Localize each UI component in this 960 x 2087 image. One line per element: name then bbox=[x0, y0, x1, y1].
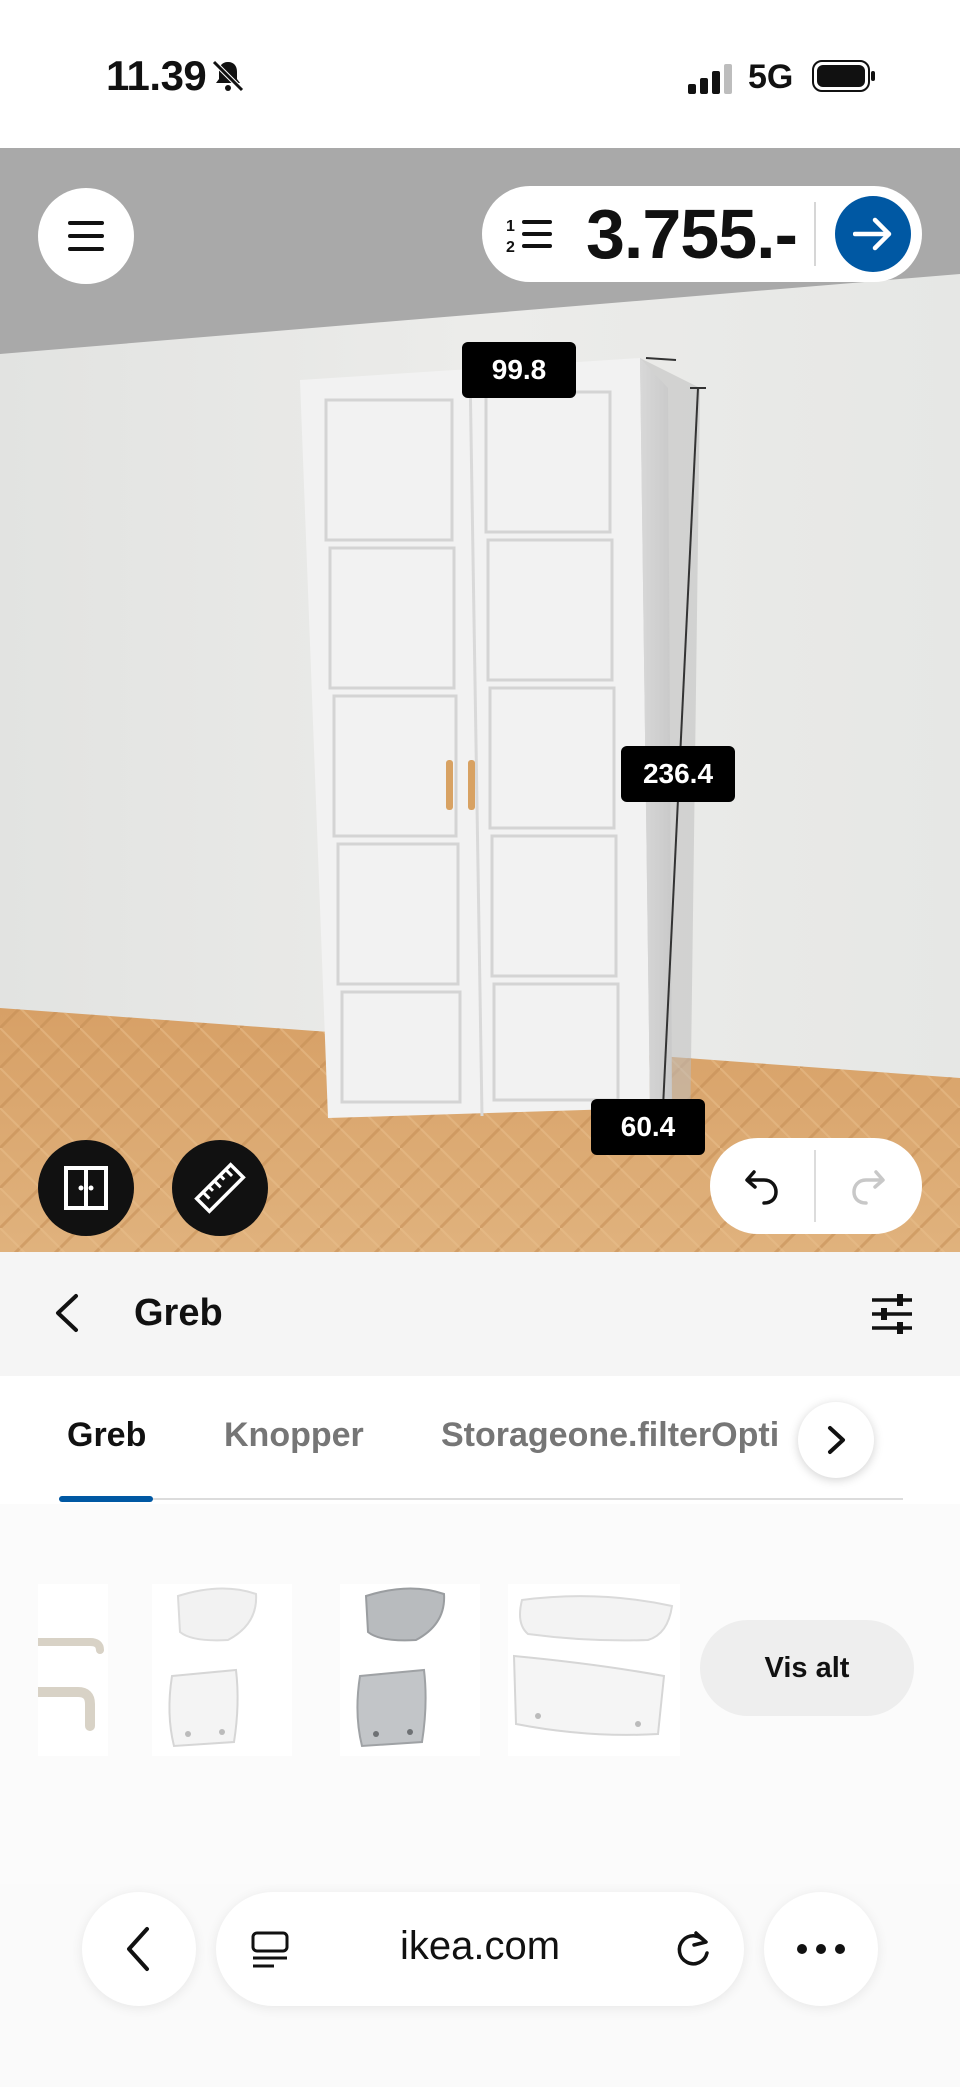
status-time: 11.39 bbox=[106, 52, 207, 99]
reload-icon[interactable] bbox=[672, 1928, 714, 1970]
depth-dimension-label: 60.4 bbox=[591, 1099, 705, 1155]
hamburger-icon bbox=[68, 221, 104, 251]
bar-handle-icon bbox=[33, 1638, 104, 1731]
white-cup-handle-icon bbox=[168, 1587, 258, 1748]
tab-greb[interactable]: Greb bbox=[67, 1416, 146, 1455]
chevron-left-icon bbox=[127, 1927, 149, 1971]
ellipsis-icon bbox=[797, 1944, 845, 1954]
filter-sliders-icon[interactable] bbox=[870, 1294, 914, 1334]
undo-redo-controls bbox=[710, 1138, 922, 1234]
wardrobe-3d-view[interactable]: 1 2 3.755.- 99.8 236.4 60.4 bbox=[0, 148, 960, 1252]
svg-text:1: 1 bbox=[506, 218, 515, 235]
category-header: Greb bbox=[0, 1252, 960, 1376]
menu-button[interactable] bbox=[38, 188, 134, 284]
white-long-handle-icon bbox=[512, 1595, 674, 1736]
chevron-right-icon bbox=[828, 1426, 845, 1454]
see-all-button[interactable]: Vis alt bbox=[700, 1620, 914, 1716]
category-tabs: Greb Knopper Storageone.filterOpti bbox=[0, 1376, 960, 1504]
total-price: 3.755.- bbox=[586, 195, 798, 273]
browser-back-button[interactable] bbox=[82, 1892, 196, 2006]
product-card[interactable] bbox=[152, 1584, 292, 1756]
product-card[interactable] bbox=[340, 1584, 480, 1756]
toggle-measurements-button[interactable] bbox=[172, 1140, 268, 1236]
category-title: Greb bbox=[134, 1292, 223, 1334]
price-summary[interactable]: 1 2 3.755.- bbox=[482, 186, 922, 282]
svg-text:2: 2 bbox=[506, 239, 515, 254]
tabs-scroll-right-button[interactable] bbox=[798, 1402, 874, 1478]
steel-cup-handle-icon bbox=[356, 1587, 446, 1748]
toggle-doors-button[interactable] bbox=[38, 1140, 134, 1236]
tab-baseline bbox=[59, 1498, 903, 1500]
bell-muted-icon bbox=[212, 60, 244, 92]
product-carousel: Vis alt bbox=[0, 1504, 960, 1884]
tab-knopper[interactable]: Knopper bbox=[224, 1416, 364, 1455]
url-text: ikea.com bbox=[399, 1924, 561, 1968]
browser-toolbar: ikea.com bbox=[0, 1884, 960, 2087]
height-dimension-label: 236.4 bbox=[621, 746, 735, 802]
product-card[interactable] bbox=[33, 1584, 108, 1756]
numbered-list-icon: 1 2 bbox=[506, 218, 552, 254]
ruler-icon bbox=[194, 1162, 246, 1214]
back-button[interactable] bbox=[44, 1288, 94, 1338]
checkout-button[interactable] bbox=[835, 196, 911, 272]
width-dimension-label: 99.8 bbox=[462, 342, 576, 398]
signal-icon bbox=[688, 64, 732, 94]
wardrobe-doors-icon bbox=[64, 1166, 108, 1210]
more-options-button[interactable] bbox=[764, 1892, 878, 2006]
status-bar: 11.39 5G bbox=[0, 0, 960, 148]
undo-divider bbox=[814, 1150, 816, 1222]
product-card[interactable] bbox=[508, 1584, 680, 1756]
room-render bbox=[0, 148, 960, 1252]
undo-button[interactable] bbox=[734, 1160, 790, 1212]
active-tab-indicator bbox=[59, 1496, 153, 1502]
network-type: 5G bbox=[748, 58, 794, 96]
redo-icon bbox=[852, 1170, 885, 1205]
address-bar[interactable]: ikea.com bbox=[216, 1892, 744, 2006]
undo-icon bbox=[745, 1170, 778, 1205]
redo-button[interactable] bbox=[840, 1160, 896, 1212]
battery-icon bbox=[812, 60, 875, 92]
price-divider bbox=[814, 202, 816, 266]
arrow-right-icon bbox=[853, 217, 892, 251]
